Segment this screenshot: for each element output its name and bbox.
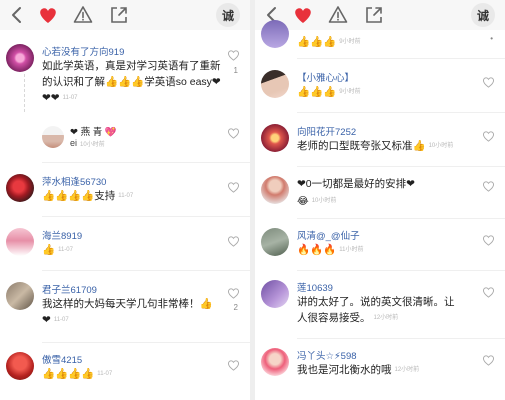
comment-author[interactable]: 君子兰61709 — [42, 282, 97, 296]
like-count: 2 — [233, 303, 238, 312]
divider — [297, 338, 505, 339]
user-avatar[interactable]: 诚 — [216, 3, 240, 27]
like-icon[interactable] — [227, 359, 240, 371]
comment-author[interactable]: 【小雅心心】 — [297, 70, 354, 84]
chevron-left-icon[interactable] — [4, 2, 30, 28]
divider — [297, 58, 505, 59]
comment-text: 我这样的大妈每天学几句非常棒！👍 ❤ 11-07 — [42, 298, 213, 326]
reply-text: ei 10小时前 — [70, 138, 105, 149]
divider — [42, 162, 250, 163]
comment-text: ❤0一切都是最好的安排❤ — [297, 178, 415, 190]
avatar[interactable] — [261, 176, 289, 204]
divider — [297, 112, 505, 113]
more-indicator: • — [490, 34, 493, 43]
comment-author[interactable]: 风清@_@仙子 — [297, 228, 360, 242]
comment: 莲10639 讲的太好了。说的英文很清晰。让人很容易接受。 12小时前 — [255, 280, 505, 336]
avatar[interactable] — [42, 126, 64, 148]
comment-text: 👍👍👍👍 11-07 — [42, 368, 113, 380]
comment-author[interactable]: 海兰8919 — [42, 228, 82, 242]
avatar[interactable] — [6, 228, 34, 256]
left-screenshot: 诚 心若没有了方向919 如此学英语，真是对学习英语有了重新的认识和了解👍👍👍学… — [0, 0, 250, 400]
reply-author[interactable]: ❤ 燕 青 💖 — [70, 124, 117, 138]
comment: 冯丫头☆⚡598 我也是河北衡水的哦 12小时前 — [255, 348, 505, 392]
like-icon[interactable] — [227, 127, 240, 139]
share-icon[interactable] — [106, 2, 132, 28]
comment-text: 我也是河北衡水的哦 12小时前 — [297, 364, 420, 376]
comment: 向阳花开7252 老师的口型既夸张又标准👍 10小时前 — [255, 124, 505, 164]
avatar[interactable] — [6, 174, 34, 202]
avatar[interactable] — [6, 44, 34, 72]
divider — [42, 216, 250, 217]
like-icon[interactable] — [482, 234, 495, 246]
like-icon[interactable] — [482, 180, 495, 192]
divider — [297, 270, 505, 271]
like-icon[interactable] — [227, 181, 240, 193]
avatar[interactable] — [261, 124, 289, 152]
comment: 风清@_@仙子 🔥🔥🔥 11小时前 — [255, 228, 505, 268]
divider — [297, 166, 505, 167]
comment-text: 老师的口型既夸张又标准👍 10小时前 — [297, 140, 454, 152]
comment-text: 🔥🔥🔥 11小时前 — [297, 244, 364, 256]
avatar[interactable] — [6, 282, 34, 310]
comment-text: 👍👍👍👍支持 11-07 — [42, 190, 134, 202]
comment-author[interactable]: 莲10639 — [297, 280, 333, 294]
avatar[interactable] — [261, 70, 289, 98]
comment-text: 👍👍👍 9小时前 — [297, 86, 361, 98]
comment-text: 👍 11-07 — [42, 244, 73, 256]
comment-author[interactable]: 冯丫头☆⚡598 — [297, 348, 357, 362]
comment: ❤0一切都是最好的安排❤ 😂 10小时前 — [255, 176, 505, 218]
avatar[interactable] — [261, 228, 289, 256]
comment: 👍👍👍 9小时前 • — [255, 20, 505, 54]
like-icon[interactable] — [227, 49, 240, 61]
like-count: 1 — [233, 66, 238, 75]
avatar[interactable] — [6, 352, 34, 380]
avatar[interactable] — [261, 280, 289, 308]
like-icon[interactable] — [482, 286, 495, 298]
comment-text: 讲的太好了。说的英文很清晰。让人很容易接受。 12小时前 — [297, 296, 455, 324]
like-icon[interactable] — [482, 130, 495, 142]
alert-icon[interactable] — [325, 2, 351, 28]
comment: 萍水相逢56730 👍👍👍👍支持 11-07 — [0, 174, 250, 214]
right-screenshot: 诚 👍👍👍 9小时前 • 【小雅心心】 👍👍👍 9小时前 向阳花开7252 老师的口… — [255, 0, 505, 400]
alert-icon[interactable] — [70, 2, 96, 28]
like-icon[interactable] — [227, 235, 240, 247]
like-icon[interactable] — [227, 287, 240, 299]
heart-icon[interactable] — [35, 2, 61, 28]
comment-author[interactable]: 傲雪4215 — [42, 352, 82, 366]
comment-author[interactable]: 萍水相逢56730 — [42, 174, 106, 188]
reply-connector — [24, 74, 25, 112]
reply: ❤ 燕 青 💖 ei 10小时前 — [42, 124, 250, 158]
comment: 【小雅心心】 👍👍👍 9小时前 — [255, 70, 505, 108]
comment: 海兰8919 👍 11-07 — [0, 228, 250, 268]
avatar[interactable] — [261, 20, 289, 48]
top-toolbar: 诚 — [255, 0, 505, 30]
top-toolbar: 诚 — [0, 0, 250, 30]
comment: 傲雪4215 👍👍👍👍 11-07 — [0, 352, 250, 396]
like-icon[interactable] — [482, 76, 495, 88]
comment-text: 如此学英语，真是对学习英语有了重新的认识和了解👍👍👍学英语so easy❤❤❤ 1… — [42, 60, 221, 104]
comment-text: 😂 10小时前 — [297, 196, 337, 207]
divider — [42, 342, 250, 343]
comment: 君子兰61709 我这样的大妈每天学几句非常棒！👍 ❤ 11-07 2 — [0, 282, 250, 342]
comment-author[interactable]: 向阳花开7252 — [297, 124, 356, 138]
avatar[interactable] — [261, 348, 289, 376]
user-avatar[interactable]: 诚 — [471, 3, 495, 27]
divider — [297, 218, 505, 219]
comment-text: 👍👍👍 9小时前 — [297, 36, 361, 48]
like-icon[interactable] — [482, 354, 495, 366]
share-icon[interactable] — [361, 2, 387, 28]
divider — [42, 270, 250, 271]
heart-icon[interactable] — [290, 2, 316, 28]
comment: 心若没有了方向919 如此学英语，真是对学习英语有了重新的认识和了解👍👍👍学英语… — [0, 44, 250, 129]
comment-author[interactable]: 心若没有了方向919 — [42, 44, 124, 58]
